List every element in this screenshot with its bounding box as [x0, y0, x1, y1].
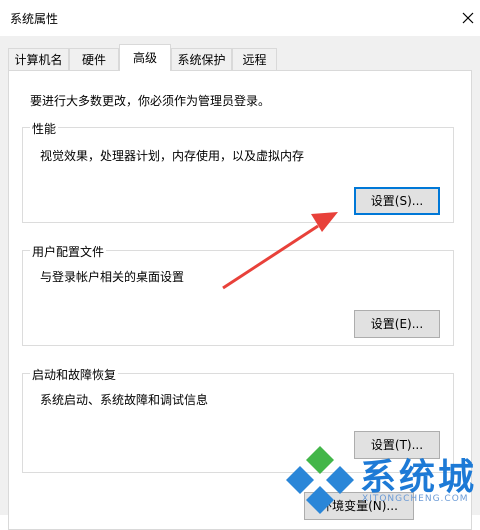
- user-profiles-description: 与登录帐户相关的桌面设置: [40, 270, 185, 284]
- startup-recovery-description: 系统启动、系统故障和调试信息: [40, 393, 209, 407]
- performance-description: 视觉效果，处理器计划，内存使用，以及虚拟内存: [40, 149, 305, 163]
- tab-hardware[interactable]: 硬件: [69, 48, 119, 70]
- tab-computer-name[interactable]: 计算机名: [8, 48, 69, 70]
- window-title: 系统属性: [10, 12, 59, 26]
- user-profiles-settings-button[interactable]: 设置(E)...: [354, 310, 440, 338]
- title-bar: 系统属性: [0, 0, 480, 36]
- performance-title: 性能: [30, 120, 59, 137]
- tab-advanced[interactable]: 高级: [119, 44, 171, 71]
- performance-settings-button[interactable]: 设置(S)...: [354, 187, 440, 215]
- tab-remote[interactable]: 远程: [232, 48, 277, 70]
- watermark-text: 系统城: [360, 457, 478, 498]
- tab-system-protection[interactable]: 系统保护: [171, 48, 232, 70]
- admin-notice: 要进行大多数更改，你必须作为管理员登录。: [30, 94, 271, 108]
- startup-recovery-title: 启动和故障恢复: [30, 366, 119, 383]
- watermark-subtext: XITONGCHENG.COM: [362, 494, 469, 504]
- user-profiles-title: 用户配置文件: [30, 243, 107, 260]
- close-icon[interactable]: [456, 6, 480, 30]
